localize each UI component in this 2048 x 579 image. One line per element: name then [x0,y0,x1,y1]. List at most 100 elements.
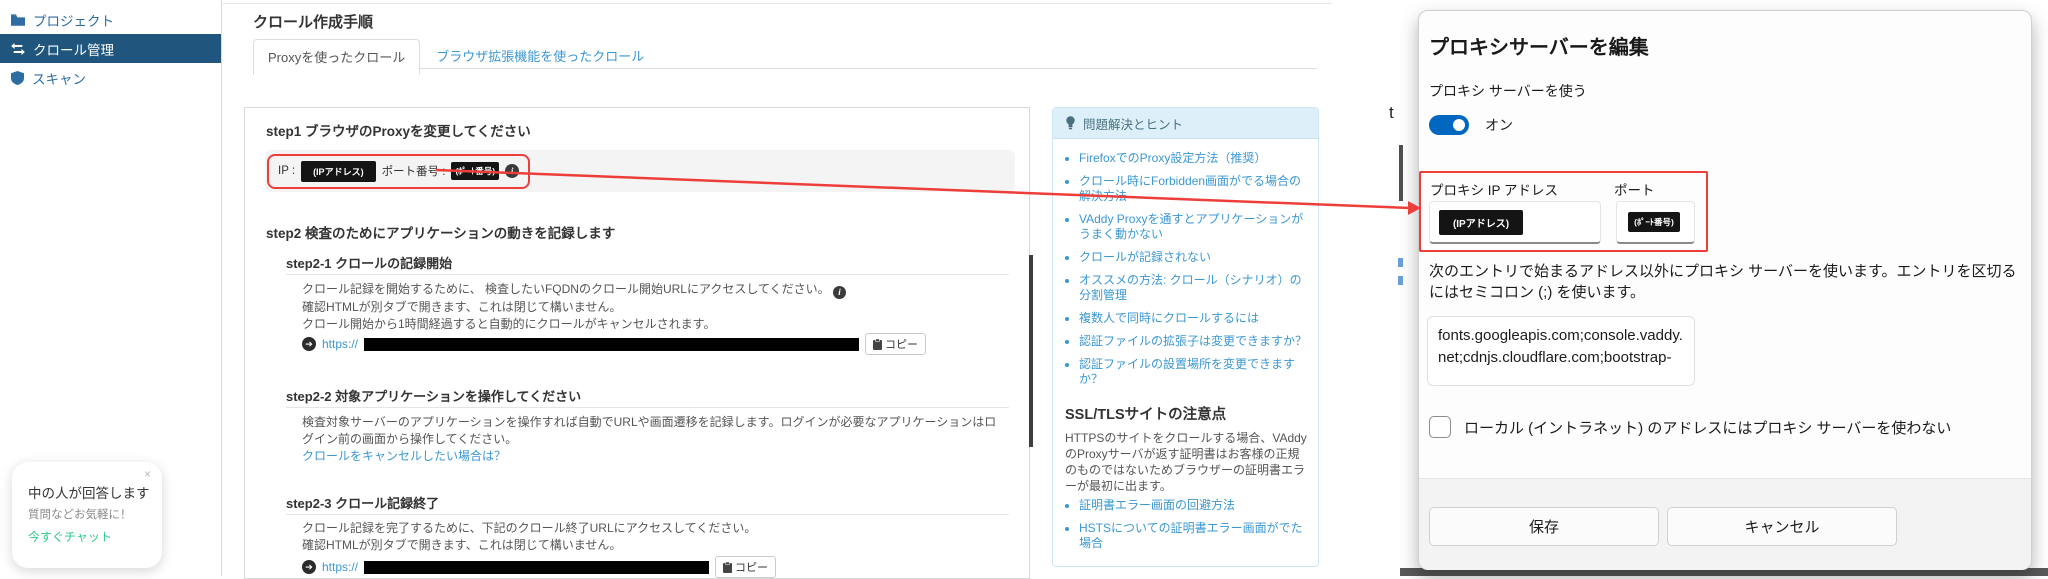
local-bypass-row: ローカル (イントラネット) のアドレスにはプロキシ サーバーを使わない [1429,416,1951,438]
divider [286,274,1009,275]
url-redaction-bar [364,337,860,351]
background-scrollbar-thumb [1399,145,1403,201]
local-bypass-checkbox[interactable] [1429,416,1451,438]
chat-widget[interactable]: × 中の人が回答します 質問などお気軽に！ 今すぐチャット [12,462,162,568]
shield-icon [11,70,24,85]
dialog-title: プロキシサーバーを編集 [1429,37,1649,59]
sidebar-item-scan[interactable]: スキャン [0,63,221,92]
edit-proxy-dialog: プロキシサーバーを編集 プロキシ サーバーを使う オン プロキシ IP アドレス… [1418,10,2032,570]
url-redaction-bar [364,560,710,574]
step2-1-line3: クロール開始から1時間経過すると自動的にクロールがキャンセルされます。 [302,317,716,331]
step2-1-heading: step2-1 クロールの記録開始 [286,256,453,271]
clipboard-icon [873,338,883,350]
local-bypass-label: ローカル (イントラネット) のアドレスにはプロキシ サーバーを使わない [1464,419,1952,437]
tab-bar: Proxyを使ったクロール ブラウザ拡張機能を使ったクロール [253,39,660,75]
swap-arrows-icon [11,42,25,55]
ssl-notes-text: HTTPSのサイトをクロールする場合、VAddyのProxyサーバが返す証明書は… [1065,431,1307,493]
tips-panel-header: 問題解決とヒント [1053,108,1318,139]
scrollbar-thumb[interactable] [1029,255,1033,447]
cancel-crawl-link[interactable]: クロールをキャンセルしたい場合は？ [302,449,506,463]
tab-proxy-crawl[interactable]: Proxyを使ったクロール [253,39,421,75]
tips-link-list: FirefoxでのProxy設定方法（推奨） クロール時にForbidden画面… [1063,151,1310,387]
clipboard-icon [723,561,733,573]
bypass-description: 次のエントリで始まるアドレス以外にプロキシ サーバーを使います。エントリを区切る… [1429,263,2017,301]
crawl-end-url-link[interactable]: https:// [322,560,358,574]
step2-3-line1: クロール記録を完了するために、下記のクロール終了URLにアクセスしてください。 [302,521,757,535]
ssl-link-list: 証明書エラー画面の回避方法 HSTSについての証明書エラー画面がでた場合 [1063,498,1310,551]
toggle-state-label: オン [1485,117,1513,133]
chat-subtext: 質問などお気軽に！ [28,509,132,521]
clipped-text-fragment: t [1389,103,1394,122]
save-button[interactable]: 保存 [1429,507,1659,546]
folder-icon [11,13,25,26]
copy-button[interactable]: コピー [865,333,927,355]
clipped-link-fragment [1398,258,1403,267]
tips-link[interactable]: FirefoxでのProxy設定方法（推奨） [1079,151,1310,166]
proxy-info-strip: IP : (IPアドレス) ポート番号 : (ﾎﾟｰﾄ番号) i [265,150,1015,192]
chat-headline: 中の人が回答します [28,486,150,501]
ip-label: IP : [278,165,296,177]
port-redaction-chip: (ﾎﾟｰﾄ番号) [451,162,500,180]
sidebar-divider [221,0,222,576]
bypass-list-input[interactable]: fonts.googleapis.com;console.vaddy.net;c… [1427,316,1695,386]
content-top-border [223,3,1332,4]
step2-2-text: 検査対象サーバーのアプリケーションを操作すれば自動でURLや画面遷移を記録します… [302,414,1002,465]
toggle-knob [1453,119,1465,131]
sidebar-item-label: クロール管理 [33,42,114,58]
copy-button[interactable]: コピー [715,556,777,578]
tips-link[interactable]: 認証ファイルの拡張子は変更できますか？ [1079,334,1310,349]
step2-1-line2: 確認HTMLが別タブで開きます、これは閉じて構いません。 [302,300,622,314]
cancel-button[interactable]: キャンセル [1667,507,1897,546]
port-redaction-chip: (ﾎﾟｰﾄ番号) [1628,212,1680,232]
proxy-toggle[interactable] [1429,115,1469,135]
dialog-footer: 保存 キャンセル [1419,478,2031,570]
copy-label: コピー [735,562,769,574]
tab-browser-extension-crawl[interactable]: ブラウザ拡張機能を使ったクロール [420,39,660,75]
proxy-port-label: ポート [1614,183,1655,198]
tips-title: 問題解決とヒント [1083,117,1184,132]
sidebar-item-label: プロジェクト [33,13,114,29]
tips-link[interactable]: 証明書エラー画面の回避方法 [1079,498,1310,513]
clipped-link-fragment [1398,276,1403,285]
ssl-notes-title: SSL/TLSサイトの注意点 [1065,407,1227,423]
port-label: ポート番号 : [381,166,446,178]
close-icon[interactable]: × [144,467,151,481]
info-icon[interactable]: i [833,286,847,299]
proxy-port-input[interactable]: (ﾎﾟｰﾄ番号) [1616,201,1695,244]
divider [286,514,1009,515]
use-proxy-label: プロキシ サーバーを使う [1429,83,1587,99]
page-title: クロール作成手順 [253,14,374,31]
ip-redaction-chip: (IPアドレス) [301,160,376,182]
play-circle-icon: ➔ [302,560,316,574]
copy-label: コピー [885,339,919,351]
proxy-toggle-row: オン [1429,115,1513,135]
sidebar-item-crawl[interactable]: クロール管理 [0,34,221,63]
tips-link[interactable]: クロール時にForbidden画面がでる場合の解決方法 [1079,174,1310,204]
step2-1-line1: クロール記録を開始するために、 検査したいFQDNのクロール開始URLにアクセス… [302,282,830,296]
step2-2-line1: 検査対象サーバーのアプリケーションを操作すれば自動でURLや画面遷移を記録します… [302,415,997,446]
step2-3-heading: step2-3 クロール記録終了 [286,496,440,511]
tips-link[interactable]: VAddy Proxyを通すとアプリケーションがうまく動かない [1079,212,1310,242]
sidebar-item-label: スキャン [32,71,86,87]
tips-link[interactable]: HSTSについての証明書エラー画面がでた場合 [1079,521,1310,551]
crawl-start-url-row: ➔ https:// コピー [302,333,927,355]
play-circle-icon: ➔ [302,337,316,351]
proxy-ip-label: プロキシ IP アドレス [1430,183,1559,198]
step2-2-heading: step2-2 対象アプリケーションを操作してください [286,389,582,404]
lightbulb-icon [1066,116,1075,130]
crawl-end-url-row: ➔ https:// コピー [302,556,777,578]
tips-link[interactable]: オススメの方法: クロール（シナリオ）の分割管理 [1079,273,1310,303]
proxy-ip-input[interactable]: (IPアドレス) [1429,201,1601,244]
info-icon[interactable]: i [505,164,520,178]
step2-3-text: クロール記録を完了するために、下記のクロール終了URLにアクセスしてください。 … [302,520,1002,554]
tips-link[interactable]: 認証ファイルの設置場所を変更できますか？ [1079,357,1310,387]
sidebar-item-projects[interactable]: プロジェクト [0,5,221,34]
crawl-steps-card: step1 ブラウザのProxyを変更してください IP : (IPアドレス) … [244,107,1030,579]
tips-link[interactable]: 複数人で同時にクロールするには [1079,311,1310,326]
chat-now-link[interactable]: 今すぐチャット [28,528,112,545]
crawl-start-url-link[interactable]: https:// [322,337,358,351]
divider [286,407,1009,408]
tips-link[interactable]: クロールが記録されない [1079,250,1310,265]
step2-1-text: クロール記録を開始するために、 検査したいFQDNのクロール開始URLにアクセス… [302,281,1002,333]
step2-heading: step2 検査のためにアプリケーションの動きを記録します [266,226,616,241]
